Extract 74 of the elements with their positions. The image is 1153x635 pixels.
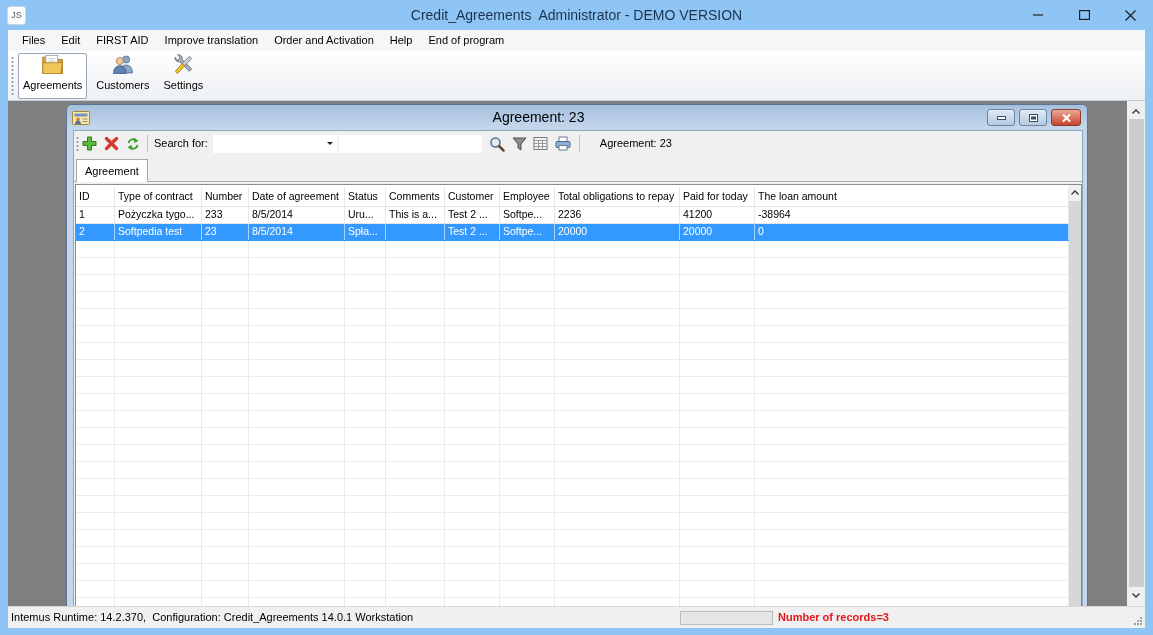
column-header[interactable]: Total obligations to repay (555, 187, 680, 206)
app-logo: JS (7, 5, 26, 25)
table-cell: 2236 (555, 207, 680, 223)
column-header[interactable]: Date of agreement (249, 187, 345, 206)
status-text: Intemus Runtime: 14.2.370, Configuration: Credit_Agreements 14.0.1 Workstation (11, 611, 414, 624)
menu-item[interactable]: Files (14, 32, 54, 49)
column-header[interactable]: Comments (386, 187, 445, 206)
table-cell: Pożyczka tygo... (115, 207, 202, 223)
table-cell: 20000 (680, 224, 755, 240)
table-cell: 20000 (555, 224, 680, 240)
restore-icon (1028, 113, 1038, 122)
column-header[interactable]: Employee (500, 187, 555, 206)
table-cell: This is a... (386, 207, 445, 223)
scrollbar-thumb[interactable] (1128, 119, 1144, 587)
table-cell: Uru... (345, 207, 386, 223)
column-header[interactable]: Customer (445, 187, 500, 206)
table-cell: 41200 (680, 207, 755, 223)
dropdown-caret-icon (326, 142, 333, 145)
table-cell: 8/5/2014 (249, 207, 345, 223)
refresh-icon[interactable] (126, 136, 140, 151)
table-cell: Softpedia test (115, 224, 202, 240)
menu-item[interactable]: Edit (53, 32, 89, 49)
maximize-icon (1078, 10, 1090, 20)
minimize-icon (996, 115, 1006, 120)
table-cell: Softpe... (500, 224, 555, 240)
column-header[interactable]: Status (345, 187, 386, 206)
close-icon (1061, 113, 1071, 122)
table-cell: 1 (76, 207, 115, 223)
close-icon (1124, 9, 1136, 21)
search-label: Search for: (154, 136, 208, 152)
column-header[interactable]: Number (202, 187, 249, 206)
menu-item[interactable]: End of program (420, 32, 513, 49)
table-cell: Test 2 ... (445, 207, 500, 223)
tab[interactable]: Agreement (76, 159, 148, 182)
minimize-button[interactable] (987, 109, 1015, 126)
window-title: Agreement: 23 (492, 108, 585, 127)
toolbar-button[interactable]: Settings (158, 52, 209, 99)
scrollbar[interactable] (1127, 101, 1145, 606)
menu-item[interactable]: Help (381, 32, 421, 49)
table-cell: 233 (202, 207, 249, 223)
table-cell: 8/5/2014 (249, 224, 345, 240)
scroll-down-icon[interactable] (1132, 593, 1140, 598)
table-cell: 23 (202, 224, 249, 240)
column-header[interactable]: Paid for today (680, 187, 755, 206)
menu-item[interactable]: Order and Activation (266, 32, 382, 49)
resize-grip-icon[interactable] (1133, 616, 1142, 625)
toolbar-button[interactable]: Customers (91, 52, 155, 99)
table-cell: Spła... (345, 224, 386, 240)
column-header[interactable]: Type of contract (115, 187, 202, 206)
grip-icon (76, 135, 79, 152)
scroll-up-icon[interactable] (1071, 190, 1079, 195)
minimize-icon (1033, 14, 1043, 16)
table-cell: Test 2 ... (445, 224, 500, 240)
cross-icon[interactable] (104, 136, 119, 151)
table-row[interactable]: 1 Pożyczka tygo... 233 8/5/2014 Uru... This is a... Test 2 ... Softpe... 2236 41200 -38964 (76, 207, 1069, 224)
search-icon[interactable] (488, 135, 505, 152)
scroll-up-icon[interactable] (1132, 109, 1140, 114)
plus-icon[interactable] (82, 136, 97, 151)
column-header[interactable]: ID (76, 187, 115, 206)
toolbar-button[interactable]: Agreements (18, 52, 88, 99)
grip-icon (11, 55, 14, 96)
menu-item[interactable]: Improve translation (156, 32, 267, 49)
window-title: Credit_Agreements Administrator - DEMO VERSION (410, 5, 743, 25)
id-card-icon (72, 109, 90, 126)
table-icon[interactable] (532, 136, 548, 151)
table-cell: 2 (76, 224, 115, 240)
menu-item[interactable]: FIRST AID (88, 32, 157, 49)
filter-icon[interactable] (511, 135, 527, 152)
close-button[interactable] (1051, 109, 1081, 126)
table-cell: Softpe... (500, 207, 555, 223)
record-label: Agreement: 23 (599, 136, 672, 152)
printer-icon[interactable] (554, 136, 571, 151)
restore-button[interactable] (1019, 109, 1047, 126)
record-count: Number of records=3 (778, 610, 889, 626)
